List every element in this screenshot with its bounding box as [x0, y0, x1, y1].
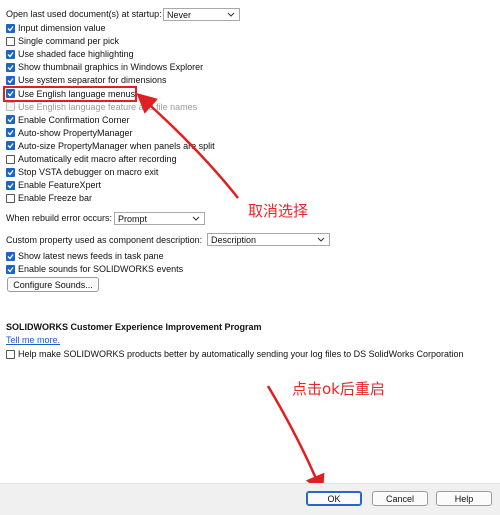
cancel-button[interactable]: Cancel: [372, 491, 428, 506]
arrow-to-checkbox: [136, 92, 239, 199]
annotation-arrows: [136, 92, 325, 495]
ok-button[interactable]: OK: [306, 491, 362, 506]
arrow-to-ok: [266, 385, 325, 495]
help-button[interactable]: Help: [436, 491, 492, 506]
